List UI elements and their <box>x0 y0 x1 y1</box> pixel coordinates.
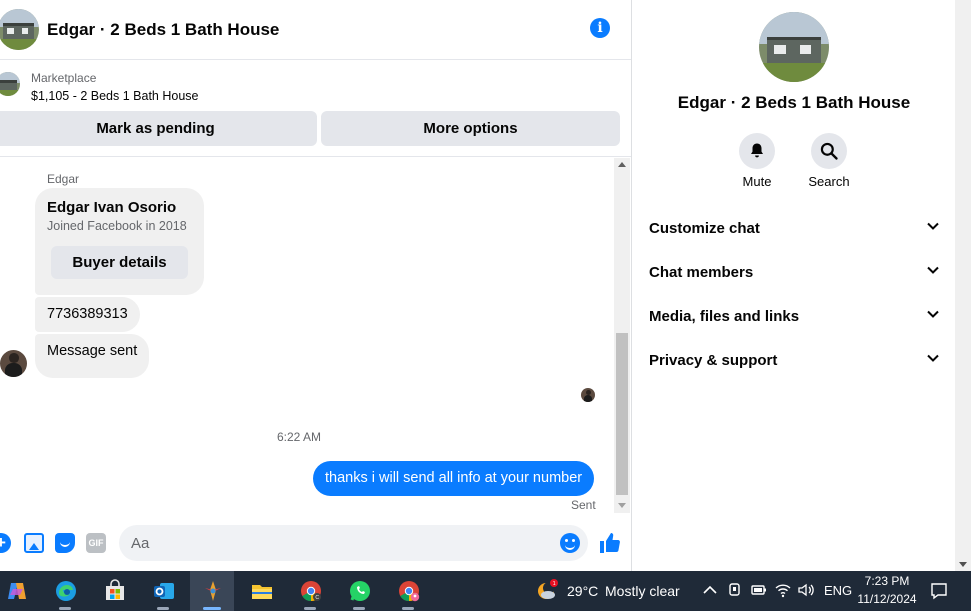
weather-moon-icon[interactable]: 1 <box>535 578 559 602</box>
read-receipt-avatar <box>581 388 595 402</box>
buyer-details-button[interactable]: Buyer details <box>51 246 188 279</box>
plus-icon[interactable]: + <box>0 533 11 553</box>
conversation-info-panel: Edgar · 2 Beds 1 Bath House Mute Search … <box>633 0 955 571</box>
message-list: Edgar Edgar Ivan Osorio Joined Facebook … <box>0 158 614 513</box>
privacy-support-section[interactable]: Privacy & support <box>633 339 955 383</box>
notifications-icon[interactable] <box>929 581 949 601</box>
chevron-down-icon <box>927 266 939 274</box>
outgoing-message[interactable]: thanks i will send all info at your numb… <box>313 461 595 496</box>
more-options-button[interactable]: More options <box>321 111 620 146</box>
marketplace-label: Marketplace <box>31 71 97 85</box>
chat-header: Edgar · 2 Beds 1 Bath House i <box>0 0 631 60</box>
input-language[interactable]: ENG <box>824 583 852 598</box>
listing-title[interactable]: $1,105 - 2 Beds 1 Bath House <box>31 89 198 103</box>
media-files-links-section[interactable]: Media, files and links <box>633 295 955 339</box>
store-icon[interactable] <box>92 571 136 611</box>
scroll-up-arrow-icon[interactable] <box>618 162 626 167</box>
chat-members-section[interactable]: Chat members <box>633 251 955 295</box>
section-label: Media, files and links <box>649 308 800 325</box>
photo-icon[interactable] <box>24 533 44 553</box>
mute-label: Mute <box>742 174 772 189</box>
search-button[interactable] <box>811 133 847 169</box>
chevron-down-icon <box>927 310 939 318</box>
buyer-joined-date: Joined Facebook in 2018 <box>47 219 187 233</box>
sender-name: Edgar <box>47 172 80 186</box>
copilot-icon[interactable] <box>0 571 38 611</box>
message-timestamp: 6:22 AM <box>276 430 322 444</box>
section-label: Chat members <box>649 264 754 281</box>
app-icon[interactable] <box>190 571 234 611</box>
outlook-icon[interactable] <box>141 571 185 611</box>
section-label: Privacy & support <box>649 352 778 369</box>
chrome-icon[interactable]: C <box>288 571 332 611</box>
chevron-down-icon <box>927 354 939 362</box>
windows-taskbar: C 1 29°C Mostly clear ENG 7:23 PM 11/12/… <box>0 571 971 611</box>
mark-as-pending-button[interactable]: Mark as pending <box>0 111 317 146</box>
buyer-name: Edgar Ivan Osorio <box>47 199 177 216</box>
weather-temperature[interactable]: 29°C <box>567 583 598 599</box>
delivery-status: Sent <box>571 498 596 512</box>
chat-title[interactable]: Edgar · 2 Beds 1 Bath House <box>47 20 279 40</box>
thumbs-up-icon[interactable] <box>598 531 622 555</box>
conversation-title: Edgar · 2 Beds 1 Bath House <box>677 93 911 112</box>
conversation-avatar[interactable] <box>759 12 829 82</box>
chrome-profile-icon[interactable] <box>386 571 430 611</box>
message-scrollbar[interactable] <box>614 158 630 513</box>
page-scrollbar[interactable] <box>955 0 971 571</box>
weather-badge: 1 <box>553 581 556 587</box>
edge-icon[interactable] <box>43 571 87 611</box>
buyer-profile-card: Edgar Ivan Osorio Joined Facebook in 201… <box>35 188 204 295</box>
listing-thumbnail[interactable] <box>0 72 20 96</box>
mute-button[interactable] <box>739 133 775 169</box>
volume-icon[interactable] <box>797 581 815 599</box>
meet-now-icon[interactable] <box>726 581 744 599</box>
message-input[interactable] <box>119 525 588 561</box>
bell-icon <box>751 143 763 158</box>
whatsapp-icon[interactable] <box>337 571 381 611</box>
search-icon <box>820 142 838 160</box>
scroll-thumb[interactable] <box>616 333 628 495</box>
chevron-down-icon <box>927 222 939 230</box>
wifi-icon[interactable] <box>774 581 792 599</box>
scroll-down-arrow-icon[interactable] <box>618 503 626 508</box>
gif-icon[interactable]: GIF <box>86 533 106 553</box>
composer: + GIF <box>0 516 631 571</box>
section-label: Customize chat <box>649 220 760 237</box>
emoji-icon[interactable] <box>560 533 580 553</box>
sender-avatar[interactable] <box>0 350 27 377</box>
file-explorer-icon[interactable] <box>239 571 283 611</box>
chevron-up-icon[interactable] <box>701 581 719 599</box>
svg-text:C: C <box>315 595 319 601</box>
marketplace-banner: Marketplace $1,105 - 2 Beds 1 Bath House… <box>0 61 631 157</box>
sticker-icon[interactable] <box>55 533 75 553</box>
clock-time[interactable]: 7:23 PM <box>858 574 916 588</box>
chat-panel: Edgar · 2 Beds 1 Bath House i Marketplac… <box>0 0 632 571</box>
battery-icon[interactable] <box>750 581 768 599</box>
scroll-down-arrow-icon[interactable] <box>959 562 967 567</box>
incoming-message[interactable]: Message sent <box>35 334 150 378</box>
customize-chat-section[interactable]: Customize chat <box>633 207 955 251</box>
incoming-message[interactable]: 7736389313 <box>35 297 140 332</box>
listing-avatar[interactable] <box>0 9 39 50</box>
info-icon[interactable]: i <box>590 18 610 38</box>
weather-description[interactable]: Mostly clear <box>605 583 680 599</box>
clock-date[interactable]: 11/12/2024 <box>856 592 918 606</box>
search-label: Search <box>808 174 850 189</box>
